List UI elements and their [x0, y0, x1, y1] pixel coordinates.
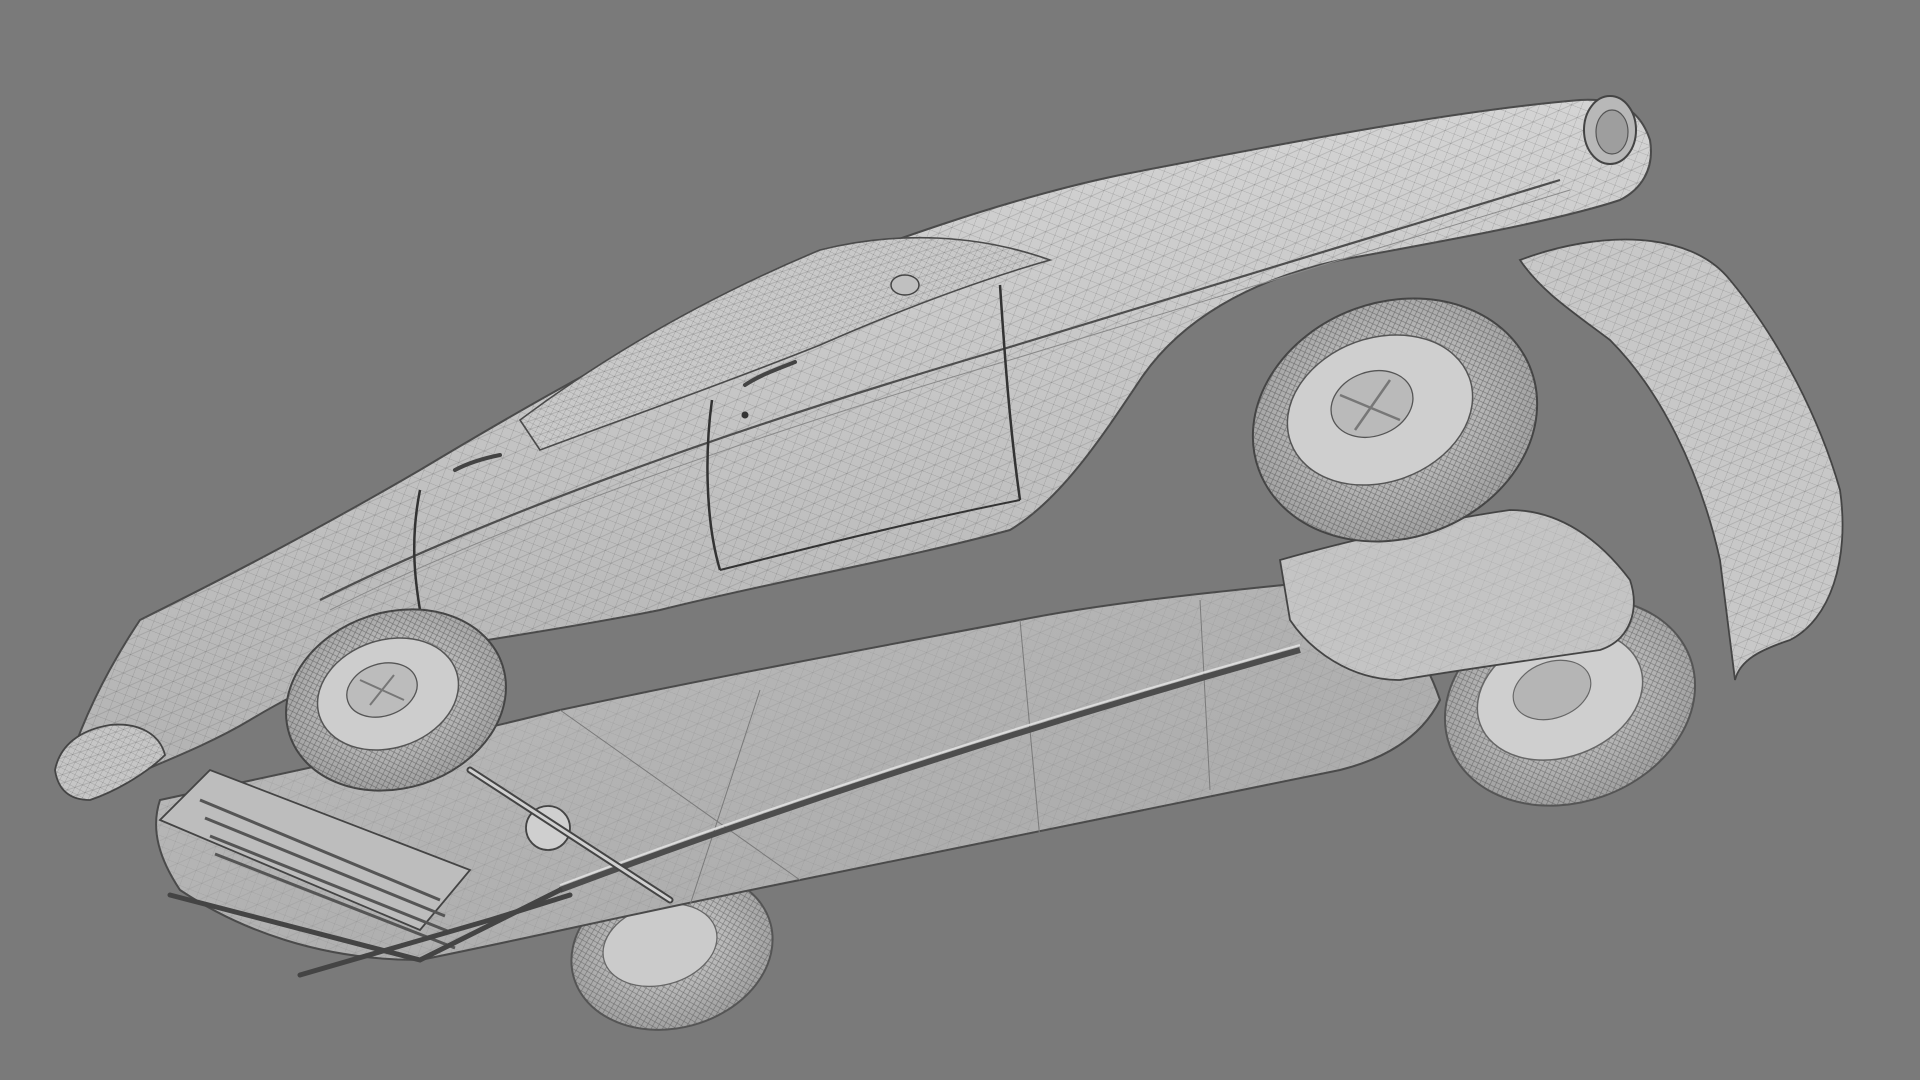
- tail-light: [1583, 95, 1637, 165]
- car-model[interactable]: [0, 0, 1920, 1080]
- 3d-viewport[interactable]: [0, 0, 1920, 1080]
